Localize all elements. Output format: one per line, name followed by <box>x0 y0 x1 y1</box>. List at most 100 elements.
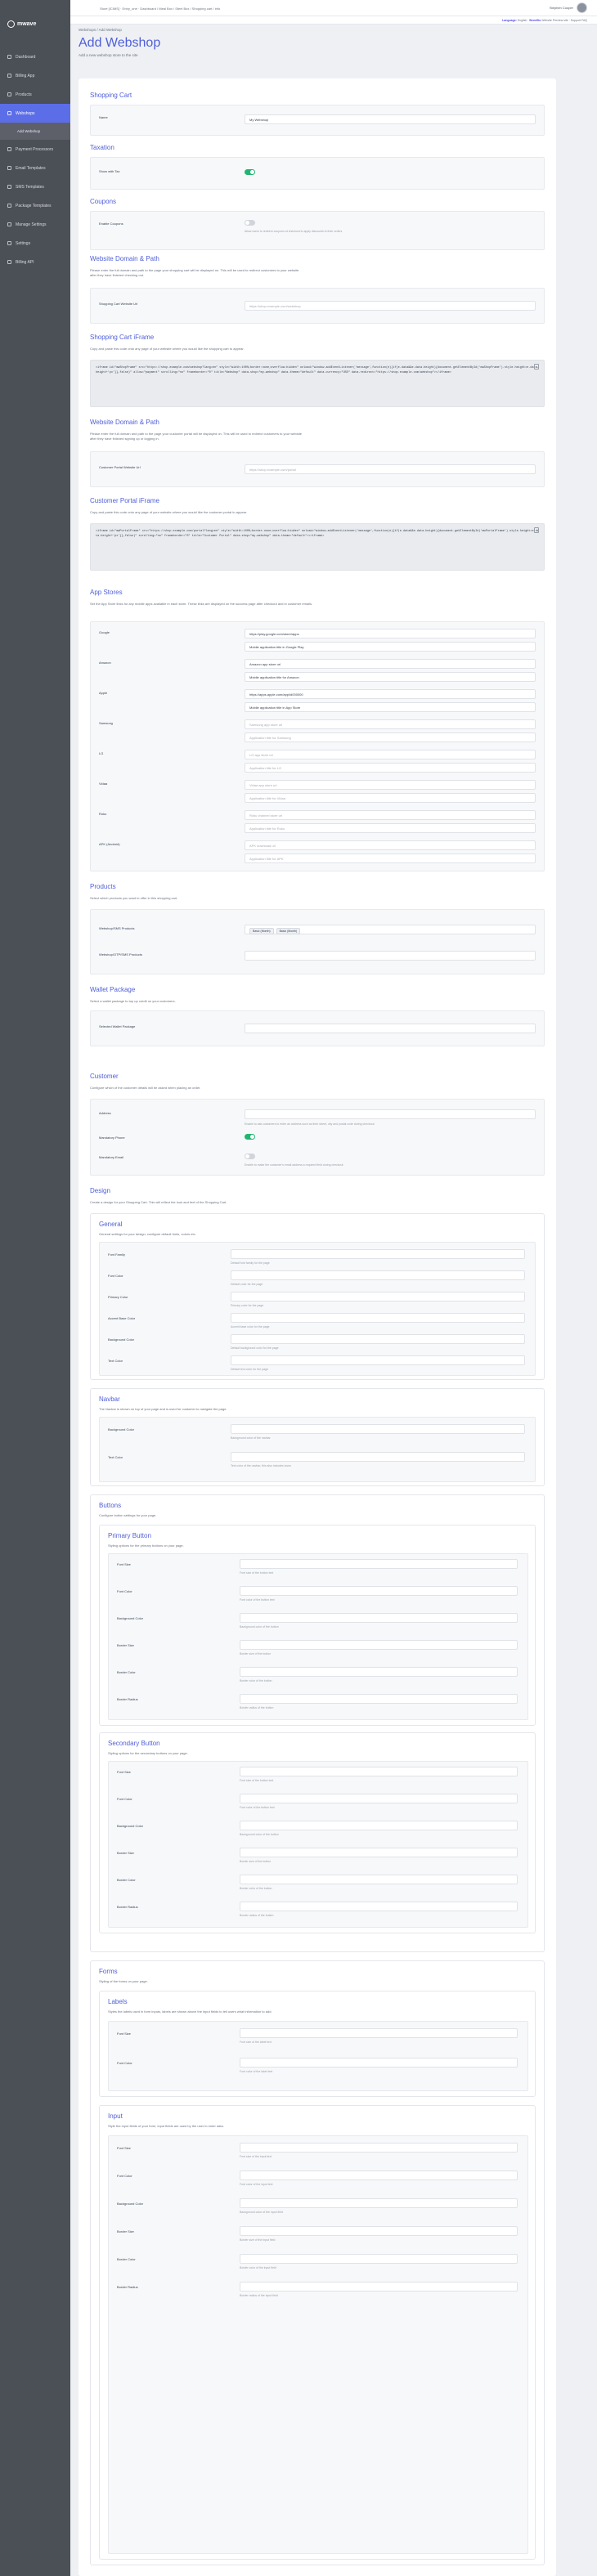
field-label: Font Family <box>108 1252 125 1257</box>
phone-toggle[interactable] <box>245 1134 255 1140</box>
avatar[interactable] <box>577 2 587 13</box>
nav-icon <box>7 222 11 226</box>
app-title-input[interactable]: Application title for LG <box>245 763 536 773</box>
field-help: Font size of the input text <box>240 2155 272 2158</box>
app-store-url-input[interactable]: LG app store url <box>245 750 536 759</box>
color-input[interactable] <box>240 2143 518 2153</box>
color-input[interactable] <box>240 2198 518 2208</box>
app-store-url-input[interactable]: Amazon app store url <box>245 659 536 669</box>
app-title-input[interactable]: Mobile application title in Google Play <box>245 642 536 652</box>
product-chip[interactable]: Basic (Month) <box>276 928 301 934</box>
general-rows: Font Family Default font family for the p… <box>99 1242 536 1376</box>
app-title-input[interactable]: Application title for APK <box>245 853 536 863</box>
name-input[interactable]: My Webshop <box>245 114 536 124</box>
field-help: Primary color for the page <box>231 1304 264 1307</box>
field-label: Text Color <box>108 1359 123 1363</box>
section-title-general: General <box>99 1221 123 1228</box>
logo[interactable]: mwave <box>0 0 70 47</box>
color-input[interactable] <box>240 1767 518 1776</box>
coupons-toggle[interactable] <box>245 220 255 226</box>
section-title-forms: Forms <box>99 1968 118 1975</box>
sidebar-item-label: Webshops <box>16 110 35 116</box>
sidebar-item-sms-templates[interactable]: SMS Templates <box>0 177 70 196</box>
color-input[interactable] <box>240 1848 518 1857</box>
sidebar-subitem-add-webshop[interactable]: Add Webshop <box>0 123 70 140</box>
otp-products-multiselect[interactable] <box>245 951 536 961</box>
color-input[interactable] <box>240 1586 518 1596</box>
sidebar-item-payment-processors[interactable]: Payment Processors <box>0 140 70 159</box>
customer-portal-url-input[interactable]: https://shop.example.com/portal <box>245 464 536 474</box>
sidebar-item-products[interactable]: Products <box>0 85 70 104</box>
color-input[interactable] <box>240 2226 518 2236</box>
language-select[interactable]: English <box>518 19 527 22</box>
color-input[interactable] <box>240 2282 518 2292</box>
color-input[interactable] <box>240 1694 518 1704</box>
color-input[interactable] <box>240 2171 518 2180</box>
nav-icon <box>7 55 11 59</box>
sidebar-item-dashboard[interactable]: Dashboard <box>0 47 70 66</box>
color-input[interactable] <box>240 1613 518 1623</box>
app-store-url-input[interactable]: https://play.google.com/store/apps <box>245 629 536 638</box>
address-input[interactable] <box>245 1109 536 1119</box>
color-input[interactable] <box>231 1452 525 1462</box>
color-input[interactable] <box>231 1334 525 1344</box>
copy-icon[interactable] <box>534 527 539 533</box>
section-title-wallet-package: Wallet Package <box>90 986 136 993</box>
color-input[interactable] <box>240 1667 518 1677</box>
field-help: Border color of the button <box>240 1679 272 1682</box>
app-store-url-input[interactable]: Samsung app store url <box>245 719 536 729</box>
portal-iframe-code-block[interactable]: <iframe id="mwPortalFrame" src="https://… <box>90 523 545 571</box>
field-help: Font size of the label text <box>240 2041 272 2044</box>
app-title-input[interactable]: Mobile application title in App Store <box>245 702 536 712</box>
color-input[interactable] <box>231 1270 525 1280</box>
sidebar-item-package-templates[interactable]: Package Templates <box>0 196 70 215</box>
color-input[interactable] <box>240 1821 518 1830</box>
color-input[interactable] <box>240 1794 518 1803</box>
app-title-input[interactable]: Application title for Roku <box>245 823 536 833</box>
app-store-url-input[interactable]: https://apps.apple.com/app/id000000 <box>245 689 536 699</box>
app-store-url-input[interactable]: APK download url <box>245 840 536 850</box>
nav-icon <box>7 166 11 170</box>
copy-icon[interactable] <box>534 364 539 370</box>
website-link[interactable]: Website Preview site <box>541 19 568 22</box>
color-input[interactable] <box>240 1902 518 1911</box>
sidebar-item-settings[interactable]: Settings <box>0 234 70 253</box>
color-input[interactable] <box>231 1424 525 1434</box>
product-chip[interactable]: Basic (Month) <box>249 928 274 934</box>
color-input[interactable] <box>240 1875 518 1884</box>
tax-toggle[interactable] <box>245 169 255 175</box>
breadcrumb[interactable]: Webshops / Add Webshop <box>79 28 160 32</box>
color-input[interactable] <box>231 1313 525 1323</box>
color-input[interactable] <box>231 1292 525 1301</box>
sidebar-item-email-templates[interactable]: Email Templates <box>0 159 70 177</box>
section-desc-customer: Configure which of the customer details … <box>90 1086 201 1090</box>
sidebar-item-webshops[interactable]: Webshops <box>0 104 70 123</box>
app-title-input[interactable]: Application title for Samsung <box>245 732 536 742</box>
color-input[interactable] <box>231 1355 525 1365</box>
app-title-input[interactable]: Mobile application title for Amazon <box>245 672 536 682</box>
color-input[interactable] <box>240 1640 518 1650</box>
email-toggle[interactable] <box>245 1154 255 1159</box>
app-title-input[interactable]: Application title for Vidaa <box>245 793 536 803</box>
color-input[interactable] <box>231 1249 525 1259</box>
color-input[interactable] <box>240 1559 518 1569</box>
section-desc-input: Style the input fields of your form, inp… <box>108 2124 224 2128</box>
sidebar-item-billing-api[interactable]: Billing API <box>0 253 70 271</box>
form-row: Google https://play.google.com/store/apps… <box>90 621 545 871</box>
color-input[interactable] <box>240 2058 518 2068</box>
user-menu[interactable]: Stephen Cooper <box>550 2 587 13</box>
sidebar-item-billing-app[interactable]: Billing App <box>0 66 70 85</box>
app-store-url-input[interactable]: Vidaa app store url <box>245 780 536 790</box>
sidebar-item-manage-settings[interactable]: Manage Settings <box>0 215 70 234</box>
section-title-labels: Labels <box>108 1998 128 2005</box>
shopping-cart-url-input[interactable]: https://shop.example.com/webshop <box>245 301 536 311</box>
wallet-package-select[interactable] <box>245 1024 536 1033</box>
color-input[interactable] <box>240 2028 518 2038</box>
products-multiselect[interactable]: Basic (Month) Basic (Month) <box>245 925 536 934</box>
app-store-url-input[interactable]: Roku channel store url <box>245 810 536 820</box>
field-label: Webshop/SMS Products <box>99 926 135 930</box>
iframe-code-block[interactable]: <iframe id="mwShopFrame" src="https://sh… <box>90 360 545 407</box>
support-link[interactable]: Support FAQ <box>571 19 587 22</box>
forms-labels-card: Labels Styles the labels used in form inp… <box>99 1991 536 2097</box>
color-input[interactable] <box>240 2254 518 2264</box>
